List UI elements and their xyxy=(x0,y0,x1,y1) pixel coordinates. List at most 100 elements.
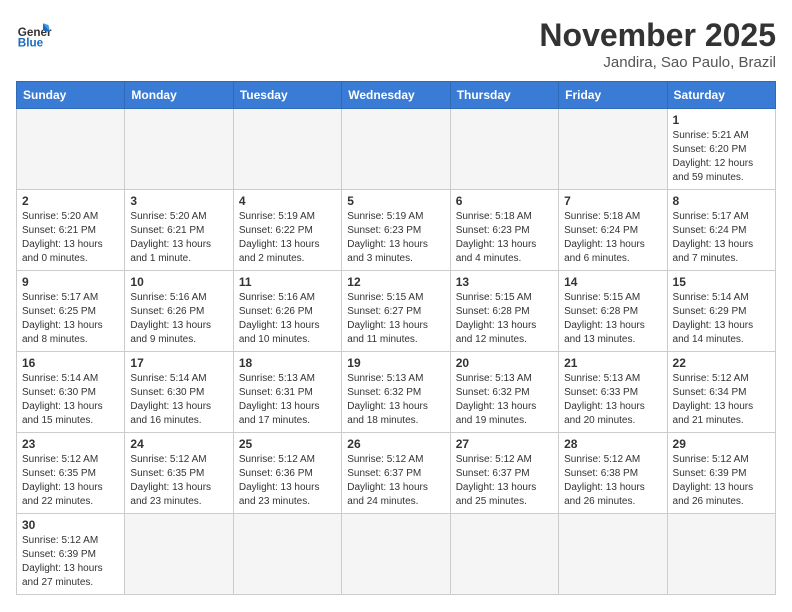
header: General Blue November 2025 Jandira, Sao … xyxy=(16,16,776,71)
calendar-cell-w0d5 xyxy=(559,109,667,190)
day-number: 8 xyxy=(673,194,770,208)
day-info: Sunrise: 5:12 AM Sunset: 6:35 PM Dayligh… xyxy=(130,453,227,509)
day-info: Sunrise: 5:21 AM Sunset: 6:20 PM Dayligh… xyxy=(673,129,770,185)
logo-icon: General Blue xyxy=(16,16,52,52)
day-info: Sunrise: 5:12 AM Sunset: 6:39 PM Dayligh… xyxy=(22,534,119,590)
day-info: Sunrise: 5:19 AM Sunset: 6:23 PM Dayligh… xyxy=(347,210,444,266)
calendar-cell-w1d2: 4 Sunrise: 5:19 AM Sunset: 6:22 PM Daylig… xyxy=(233,190,341,271)
calendar-cell-w4d3: 26 Sunrise: 5:12 AM Sunset: 6:37 PM Dayli… xyxy=(342,433,450,514)
day-number: 26 xyxy=(347,437,444,451)
day-number: 23 xyxy=(22,437,119,451)
day-info: Sunrise: 5:14 AM Sunset: 6:30 PM Dayligh… xyxy=(130,372,227,428)
day-info: Sunrise: 5:19 AM Sunset: 6:22 PM Dayligh… xyxy=(239,210,336,266)
calendar-cell-w1d4: 6 Sunrise: 5:18 AM Sunset: 6:23 PM Daylig… xyxy=(450,190,558,271)
day-number: 3 xyxy=(130,194,227,208)
weekday-header-monday: Monday xyxy=(125,82,233,109)
day-info: Sunrise: 5:12 AM Sunset: 6:37 PM Dayligh… xyxy=(456,453,553,509)
day-number: 16 xyxy=(22,356,119,370)
calendar-cell-w4d4: 27 Sunrise: 5:12 AM Sunset: 6:37 PM Dayli… xyxy=(450,433,558,514)
day-info: Sunrise: 5:13 AM Sunset: 6:32 PM Dayligh… xyxy=(347,372,444,428)
calendar-cell-w1d6: 8Sunrise: 5:17 AM Sunset: 6:24 PM Daylig… xyxy=(667,190,775,271)
calendar-cell-w2d0: 9 Sunrise: 5:17 AM Sunset: 6:25 PM Daylig… xyxy=(17,271,125,352)
weekday-header-saturday: Saturday xyxy=(667,82,775,109)
calendar-cell-w2d3: 12Sunrise: 5:15 AM Sunset: 6:27 PM Dayli… xyxy=(342,271,450,352)
day-info: Sunrise: 5:20 AM Sunset: 6:21 PM Dayligh… xyxy=(130,210,227,266)
day-info: Sunrise: 5:12 AM Sunset: 6:37 PM Dayligh… xyxy=(347,453,444,509)
day-info: Sunrise: 5:18 AM Sunset: 6:24 PM Dayligh… xyxy=(564,210,661,266)
day-number: 24 xyxy=(130,437,227,451)
calendar-cell-w3d2: 18 Sunrise: 5:13 AM Sunset: 6:31 PM Dayli… xyxy=(233,352,341,433)
calendar-cell-w3d0: 16 Sunrise: 5:14 AM Sunset: 6:30 PM Dayli… xyxy=(17,352,125,433)
title-block: November 2025 Jandira, Sao Paulo, Brazil xyxy=(539,16,776,71)
day-number: 2 xyxy=(22,194,119,208)
day-number: 7 xyxy=(564,194,661,208)
day-info: Sunrise: 5:15 AM Sunset: 6:28 PM Dayligh… xyxy=(564,291,661,347)
day-number: 4 xyxy=(239,194,336,208)
calendar-table: SundayMondayTuesdayWednesdayThursdayFrid… xyxy=(16,81,776,595)
day-number: 28 xyxy=(564,437,661,451)
day-number: 17 xyxy=(130,356,227,370)
calendar-cell-w4d2: 25 Sunrise: 5:12 AM Sunset: 6:36 PM Dayli… xyxy=(233,433,341,514)
calendar-cell-w3d6: 22 Sunrise: 5:12 AM Sunset: 6:34 PM Dayli… xyxy=(667,352,775,433)
day-number: 13 xyxy=(456,275,553,289)
calendar-cell-w0d1 xyxy=(125,109,233,190)
day-number: 6 xyxy=(456,194,553,208)
calendar-cell-w0d4 xyxy=(450,109,558,190)
day-info: Sunrise: 5:18 AM Sunset: 6:23 PM Dayligh… xyxy=(456,210,553,266)
day-info: Sunrise: 5:13 AM Sunset: 6:33 PM Dayligh… xyxy=(564,372,661,428)
day-info: Sunrise: 5:14 AM Sunset: 6:29 PM Dayligh… xyxy=(673,291,770,347)
day-number: 30 xyxy=(22,518,119,532)
calendar-cell-w2d2: 11Sunrise: 5:16 AM Sunset: 6:26 PM Dayli… xyxy=(233,271,341,352)
logo: General Blue xyxy=(16,16,52,52)
calendar-cell-w3d3: 19 Sunrise: 5:13 AM Sunset: 6:32 PM Dayli… xyxy=(342,352,450,433)
calendar-cell-w0d3 xyxy=(342,109,450,190)
calendar-cell-w5d6 xyxy=(667,514,775,595)
day-number: 27 xyxy=(456,437,553,451)
calendar-cell-w2d6: 15 Sunrise: 5:14 AM Sunset: 6:29 PM Dayli… xyxy=(667,271,775,352)
day-number: 9 xyxy=(22,275,119,289)
day-number: 10 xyxy=(130,275,227,289)
calendar-cell-w3d4: 20Sunrise: 5:13 AM Sunset: 6:32 PM Dayli… xyxy=(450,352,558,433)
calendar-cell-w2d5: 14Sunrise: 5:15 AM Sunset: 6:28 PM Dayli… xyxy=(559,271,667,352)
day-info: Sunrise: 5:20 AM Sunset: 6:21 PM Dayligh… xyxy=(22,210,119,266)
calendar-cell-w1d1: 3 Sunrise: 5:20 AM Sunset: 6:21 PM Daylig… xyxy=(125,190,233,271)
day-number: 5 xyxy=(347,194,444,208)
location: Jandira, Sao Paulo, Brazil xyxy=(539,54,776,71)
day-number: 25 xyxy=(239,437,336,451)
week-row-3: 16 Sunrise: 5:14 AM Sunset: 6:30 PM Dayli… xyxy=(17,352,776,433)
weekday-header-row: SundayMondayTuesdayWednesdayThursdayFrid… xyxy=(17,82,776,109)
week-row-5: 30 Sunrise: 5:12 AM Sunset: 6:39 PM Dayli… xyxy=(17,514,776,595)
day-info: Sunrise: 5:16 AM Sunset: 6:26 PM Dayligh… xyxy=(130,291,227,347)
week-row-0: 1 Sunrise: 5:21 AM Sunset: 6:20 PM Daylig… xyxy=(17,109,776,190)
day-number: 18 xyxy=(239,356,336,370)
day-info: Sunrise: 5:12 AM Sunset: 6:34 PM Dayligh… xyxy=(673,372,770,428)
calendar-cell-w1d0: 2 Sunrise: 5:20 AM Sunset: 6:21 PM Daylig… xyxy=(17,190,125,271)
day-number: 19 xyxy=(347,356,444,370)
day-number: 21 xyxy=(564,356,661,370)
day-info: Sunrise: 5:13 AM Sunset: 6:32 PM Dayligh… xyxy=(456,372,553,428)
calendar-cell-w4d5: 28Sunrise: 5:12 AM Sunset: 6:38 PM Dayli… xyxy=(559,433,667,514)
weekday-header-wednesday: Wednesday xyxy=(342,82,450,109)
calendar-cell-w5d2 xyxy=(233,514,341,595)
calendar-cell-w4d6: 29 Sunrise: 5:12 AM Sunset: 6:39 PM Dayli… xyxy=(667,433,775,514)
day-info: Sunrise: 5:15 AM Sunset: 6:28 PM Dayligh… xyxy=(456,291,553,347)
day-info: Sunrise: 5:17 AM Sunset: 6:25 PM Dayligh… xyxy=(22,291,119,347)
day-info: Sunrise: 5:12 AM Sunset: 6:36 PM Dayligh… xyxy=(239,453,336,509)
calendar-cell-w5d5 xyxy=(559,514,667,595)
day-info: Sunrise: 5:13 AM Sunset: 6:31 PM Dayligh… xyxy=(239,372,336,428)
calendar-cell-w5d3 xyxy=(342,514,450,595)
calendar-cell-w2d1: 10 Sunrise: 5:16 AM Sunset: 6:26 PM Dayli… xyxy=(125,271,233,352)
week-row-2: 9 Sunrise: 5:17 AM Sunset: 6:25 PM Daylig… xyxy=(17,271,776,352)
weekday-header-friday: Friday xyxy=(559,82,667,109)
day-number: 15 xyxy=(673,275,770,289)
weekday-header-sunday: Sunday xyxy=(17,82,125,109)
day-number: 22 xyxy=(673,356,770,370)
day-info: Sunrise: 5:12 AM Sunset: 6:39 PM Dayligh… xyxy=(673,453,770,509)
day-number: 1 xyxy=(673,113,770,127)
day-info: Sunrise: 5:14 AM Sunset: 6:30 PM Dayligh… xyxy=(22,372,119,428)
calendar-cell-w3d5: 21 Sunrise: 5:13 AM Sunset: 6:33 PM Dayli… xyxy=(559,352,667,433)
week-row-4: 23 Sunrise: 5:12 AM Sunset: 6:35 PM Dayli… xyxy=(17,433,776,514)
calendar-cell-w0d2 xyxy=(233,109,341,190)
day-number: 29 xyxy=(673,437,770,451)
calendar-cell-w4d1: 24 Sunrise: 5:12 AM Sunset: 6:35 PM Dayli… xyxy=(125,433,233,514)
